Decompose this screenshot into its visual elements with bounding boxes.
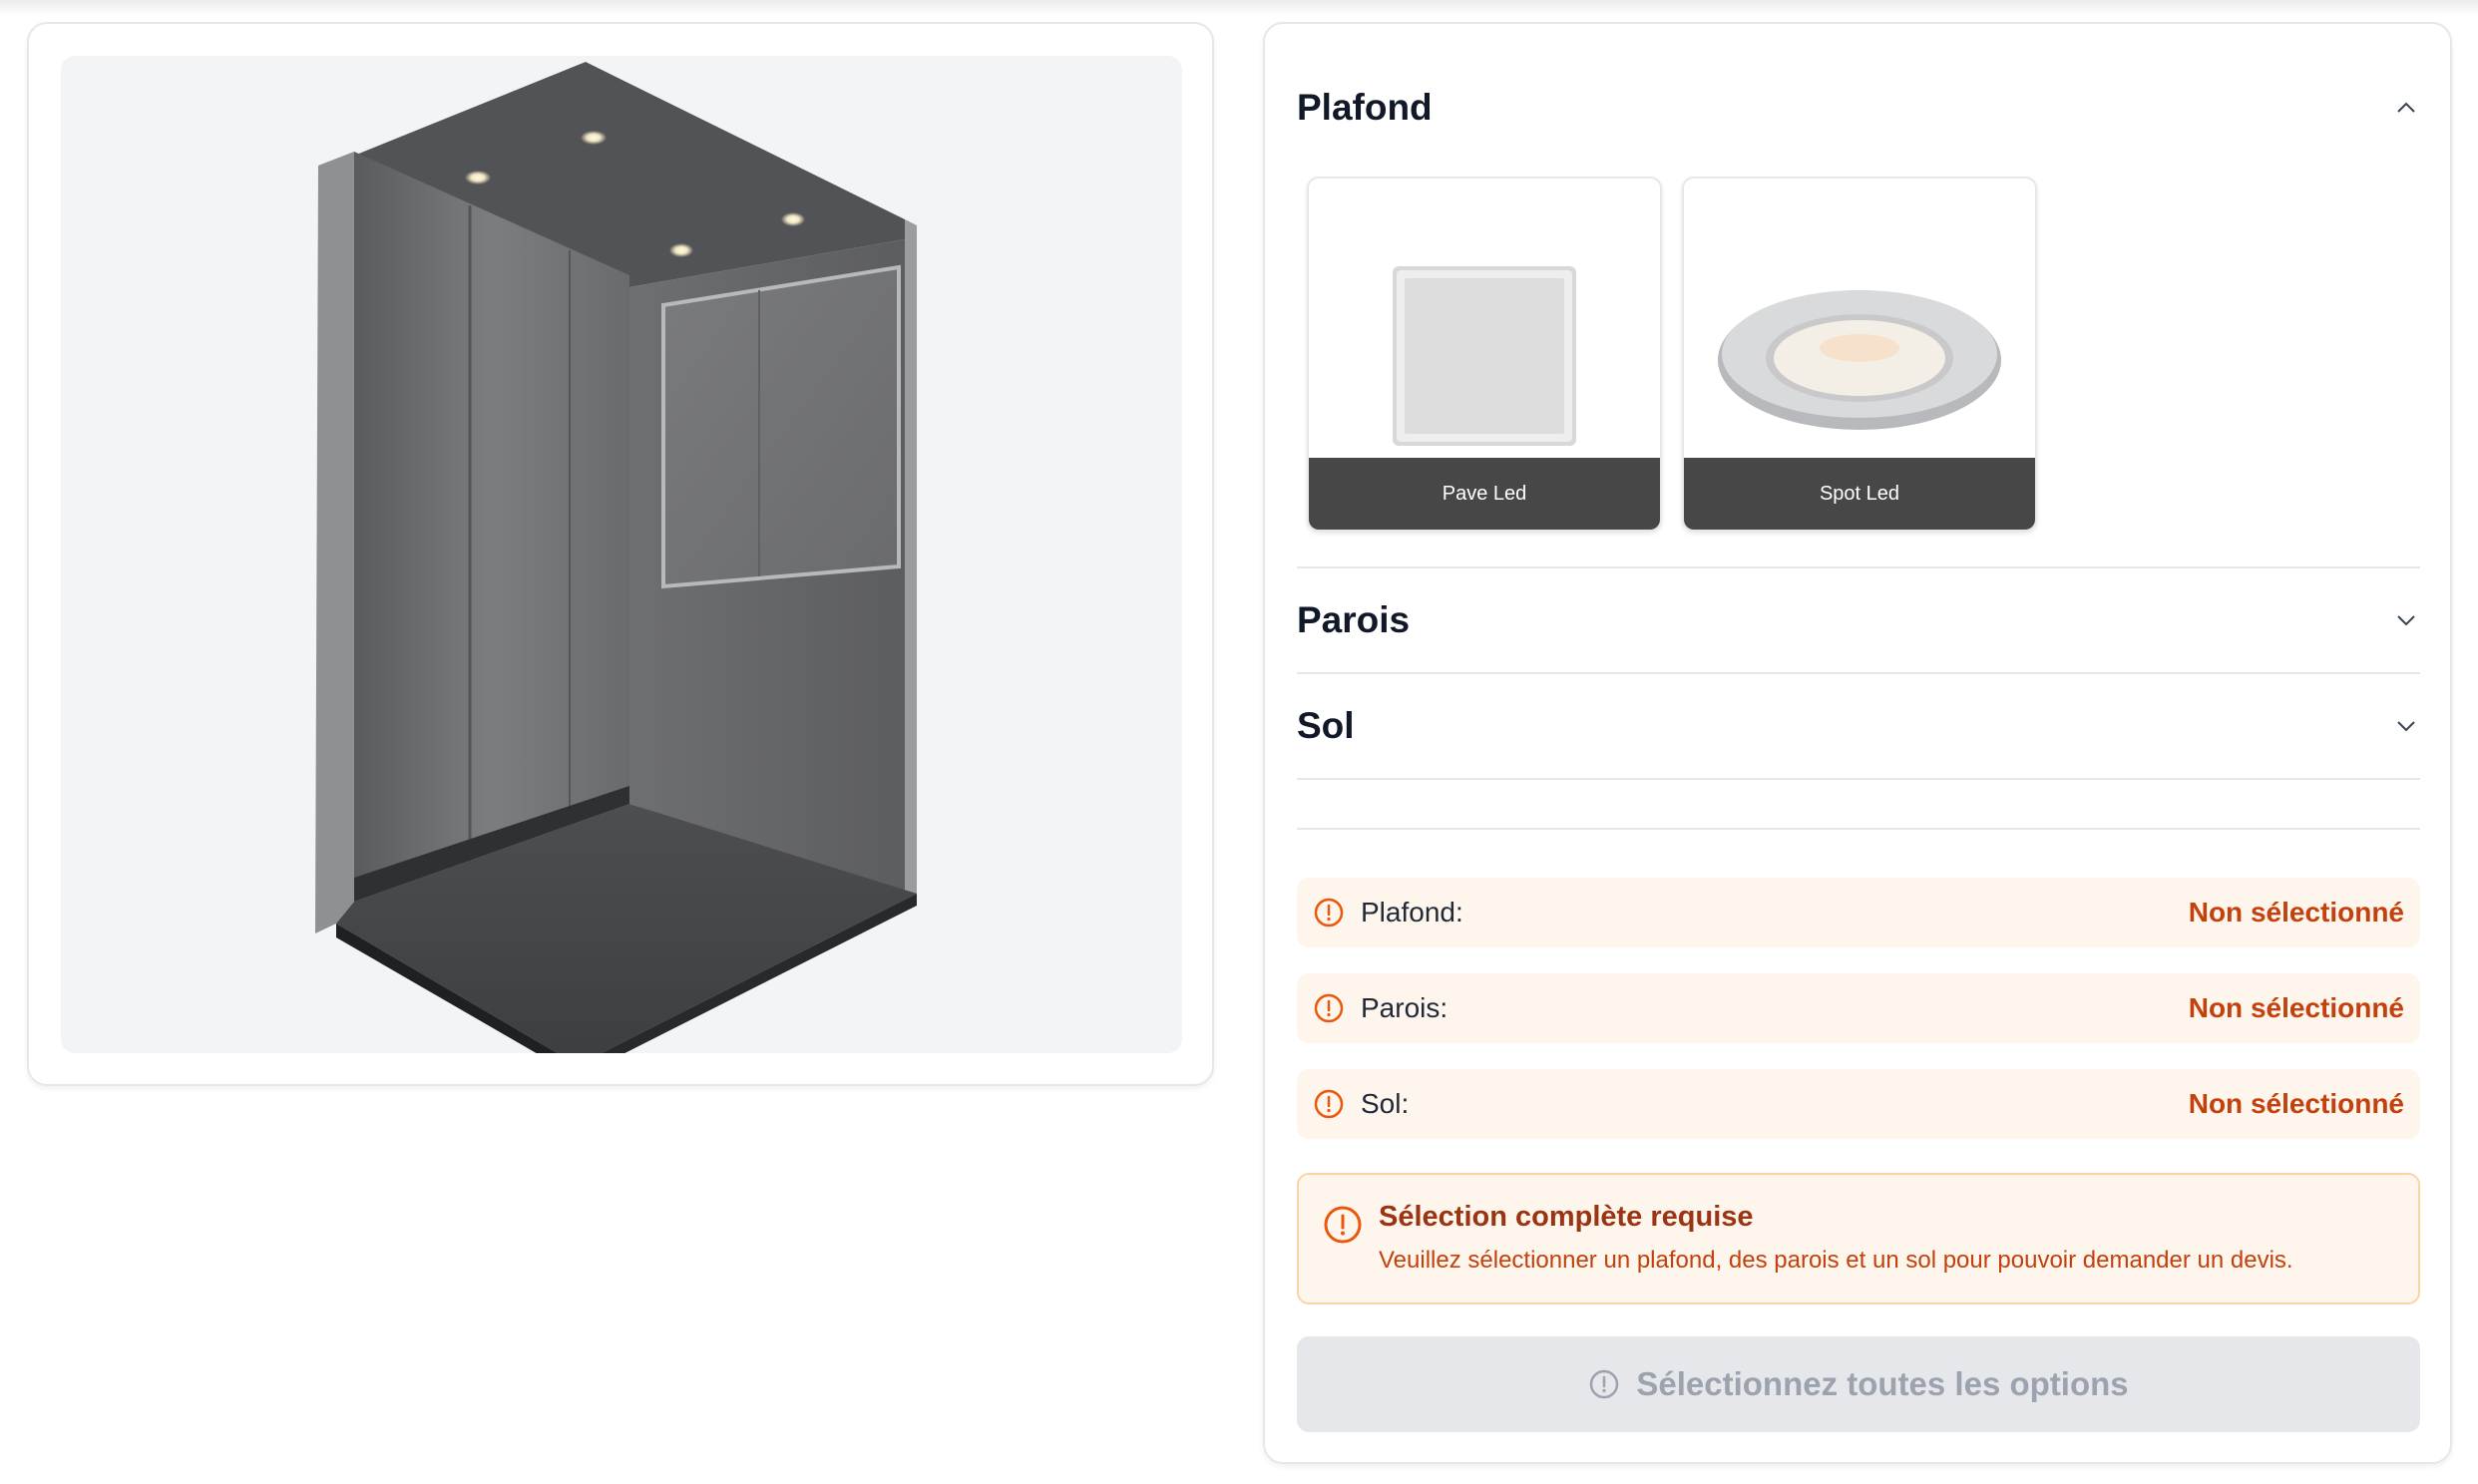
- warning-circle-icon: [1323, 1205, 1363, 1245]
- square-led-panel-icon: [1309, 179, 1660, 458]
- summary-row-parois: Parois: Non sélectionné: [1297, 973, 2420, 1043]
- preview-card: [27, 22, 1214, 1086]
- chevron-down-icon[interactable]: [2392, 606, 2420, 634]
- summary-value: Non sélectionné: [2188, 992, 2404, 1023]
- section-header-plafond[interactable]: Plafond: [1297, 78, 2420, 138]
- selection-required-alert: Sélection complète requise Veuillez séle…: [1297, 1173, 2420, 1304]
- warning-circle-icon: [1313, 992, 1345, 1024]
- divider: [1297, 828, 2420, 830]
- option-card-spot-led[interactable]: Spot Led: [1682, 177, 2037, 532]
- summary-row-sol: Sol: Non sélectionné: [1297, 1069, 2420, 1139]
- summary-label: Sol:: [1361, 1088, 1410, 1119]
- section-title-sol: Sol: [1297, 705, 1355, 746]
- option-label: Pave Led: [1309, 458, 1660, 530]
- summary-value: Non sélectionné: [2188, 1088, 2404, 1119]
- section-title-plafond: Plafond: [1297, 87, 1433, 128]
- section-header-sol[interactable]: Sol: [1297, 696, 2420, 756]
- chevron-up-icon[interactable]: [2392, 94, 2420, 122]
- round-led-spot-icon: [1684, 179, 2035, 458]
- summary-label: Plafond:: [1361, 897, 1463, 928]
- section-title-parois: Parois: [1297, 599, 1411, 640]
- option-label: Spot Led: [1684, 458, 2035, 530]
- request-quote-button[interactable]: Sélectionnez toutes les options: [1297, 1336, 2420, 1432]
- divider: [1297, 672, 2420, 674]
- cabin-preview-image: [61, 56, 1182, 1053]
- divider: [1297, 778, 2420, 780]
- summary-label: Parois:: [1361, 992, 1448, 1023]
- warning-circle-icon: [1313, 897, 1345, 928]
- chevron-down-icon[interactable]: [2392, 712, 2420, 740]
- warning-circle-icon: [1313, 1088, 1345, 1120]
- option-card-pave-led[interactable]: Pave Led: [1307, 177, 1662, 532]
- section-header-parois[interactable]: Parois: [1297, 590, 2420, 650]
- alert-text: Veuillez sélectionner un plafond, des pa…: [1379, 1247, 2293, 1274]
- summary-row-plafond: Plafond: Non sélectionné: [1297, 878, 2420, 947]
- divider: [1297, 566, 2420, 568]
- top-shadow: [0, 0, 2478, 16]
- summary-value: Non sélectionné: [2188, 897, 2404, 928]
- configurator-panel: Plafond Pave Led Spot Led Parois Sol Pla…: [1263, 22, 2452, 1464]
- cta-label: Sélectionnez toutes les options: [1636, 1365, 2129, 1402]
- info-circle-icon: [1588, 1368, 1620, 1400]
- alert-title: Sélection complète requise: [1379, 1201, 1754, 1233]
